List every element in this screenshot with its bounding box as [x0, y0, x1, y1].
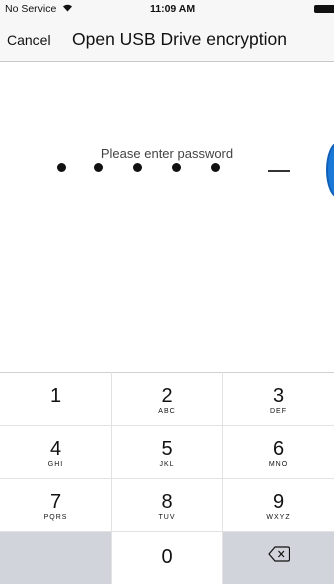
pin-dot-filled: [94, 163, 103, 172]
keypad-divider: [0, 425, 334, 426]
keypad-divider: [0, 531, 334, 532]
key-digit: 2: [161, 385, 173, 407]
key-8[interactable]: 8 TUV: [112, 479, 222, 531]
key-digit: 4: [49, 438, 62, 460]
pin-dot-filled: [211, 163, 220, 172]
key-6[interactable]: 6 MNO: [223, 426, 334, 478]
key-digit: 7: [49, 491, 62, 513]
backspace-icon: [267, 546, 290, 562]
key-7[interactable]: 7 PQRS: [0, 479, 111, 531]
key-digit: 6: [272, 438, 285, 460]
status-bar: No Service 11:09 AM: [0, 0, 334, 18]
key-letters: PQRS: [43, 514, 68, 521]
key-digit: 9: [272, 491, 285, 513]
wifi-icon: [62, 3, 73, 15]
key-letters: GHI: [47, 461, 64, 468]
pin-slot-empty: [268, 170, 290, 172]
pin-dot-filled: [172, 163, 181, 172]
pin-dot-filled: [133, 163, 142, 172]
battery-icon: [314, 5, 334, 13]
key-letters: DEF: [270, 408, 287, 415]
key-3[interactable]: 3 DEF: [223, 373, 334, 425]
key-letters: ABC: [158, 408, 176, 415]
page-title: Open USB Drive encryption: [72, 29, 287, 49]
key-digit: 8: [161, 491, 173, 513]
key-4[interactable]: 4 GHI: [0, 426, 111, 478]
carrier-label: No Service: [5, 3, 57, 15]
key-digit: 1: [49, 385, 62, 407]
key-0[interactable]: 0: [112, 532, 222, 584]
key-blank: [0, 532, 111, 584]
key-2[interactable]: 2 ABC: [112, 373, 222, 425]
key-letters: WXYZ: [266, 514, 291, 521]
pin-dot-filled: [57, 163, 66, 172]
key-1[interactable]: 1: [0, 373, 111, 425]
key-digit: 5: [161, 438, 173, 460]
cancel-button[interactable]: Cancel: [7, 32, 51, 48]
key-letters: TUV: [158, 514, 176, 521]
key-5[interactable]: 5 JKL: [112, 426, 222, 478]
key-letters: JKL: [159, 461, 175, 468]
key-digit: 0: [161, 546, 173, 568]
key-9[interactable]: 9 WXYZ: [223, 479, 334, 531]
password-prompt: Please enter password: [100, 146, 234, 161]
backspace-button[interactable]: [223, 532, 334, 584]
navigation-bar: Cancel Open USB Drive encryption: [0, 18, 334, 62]
keypad-divider: [0, 478, 334, 479]
clock: 11:09 AM: [150, 3, 196, 15]
key-letters: MNO: [268, 461, 289, 468]
key-digit: 3: [272, 385, 285, 407]
